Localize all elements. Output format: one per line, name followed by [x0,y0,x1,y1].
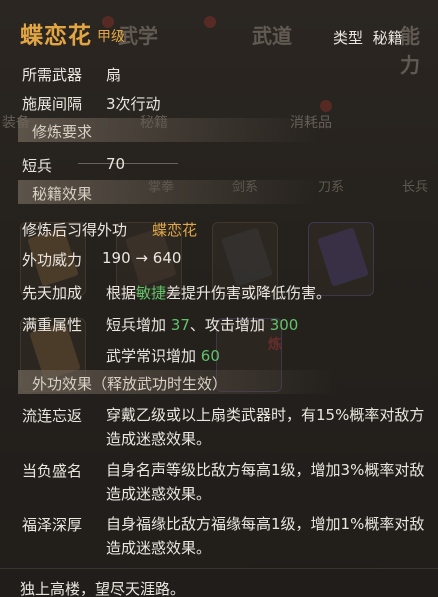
section-outer: 外功效果（释放武功时生效） [18,370,338,394]
full-line2-a: 武学常识增加 [106,347,197,365]
interval-value: 3次行动 [106,95,161,113]
manual-tooltip: 蝶恋花 甲级 类型 秘籍 所需武器 扇 施展间隔 3次行动 修炼要求 短兵 70… [0,0,438,597]
full-line-2: 武学常识增加 60 [106,345,220,366]
type-label: 类型 [333,29,364,47]
section-outer-title: 外功效果（释放武功时生效） [32,375,228,393]
effect-name: 当负盛名 [22,462,83,480]
full-line1-a: 短兵增加 [106,316,167,334]
full-line2-b: 60 [200,347,220,365]
power-value: 190 → 640 [102,249,181,267]
full-line1-d: 300 [269,316,299,334]
skill-grade: 甲级 [97,29,125,45]
section-effect-title: 秘籍效果 [32,185,93,203]
innate-post: 差提升伤害或降低伤害。 [166,284,332,302]
arrow-right-icon: → [135,249,148,267]
section-effect: 秘籍效果 [18,180,318,204]
power-label: 外功威力 [22,251,83,269]
effect-desc: 穿戴乙级或以上扇类武器时，有15%概率对敌方造成迷惑效果。 [106,406,425,448]
flavor-text: 独上高楼，望尽天涯路。 [20,580,186,597]
weapon-value: 扇 [106,66,122,84]
innate-value: 根据敏捷差提升伤害或降低伤害。 [106,282,331,303]
skill-tooltip-screen: 武学 武道 能力 装备 秘籍 消耗品 掌拳 剑系 刀系 长兵 炼 蝶恋花 甲级 … [0,0,438,597]
section-requirement-title: 修炼要求 [32,123,93,141]
interval-label: 施展间隔 [22,95,83,113]
skill-title: 蝶恋花 [20,23,92,49]
innate-stat: 敏捷 [136,284,167,302]
learn-label: 修炼后习得外功 [22,221,128,239]
divider [78,163,178,164]
section-requirement: 修炼要求 [18,118,318,142]
full-line-1: 短兵增加 37、攻击增加 300 [106,314,298,335]
weapon-label: 所需武器 [22,66,83,84]
power-from: 190 [102,249,131,267]
innate-label: 先天加成 [22,284,83,302]
effect-desc: 自身名声等级比敌方每高1级，增加3%概率对敌造成迷惑效果。 [106,461,425,503]
learn-value: 蝶恋花 [152,221,198,239]
requirement-value: 70 [106,155,126,173]
divider [0,568,438,569]
innate-pre: 根据 [106,284,137,302]
effect-desc: 自身福缘比敌方福缘每高1级，增加1%概率对敌造成迷惑效果。 [106,515,425,557]
item-type: 类型 秘籍 [333,27,403,48]
full-line1-b: 37 [170,316,190,334]
requirement-label: 短兵 [22,157,53,175]
full-label: 满重属性 [22,316,83,334]
full-line1-c: 、攻击增加 [189,316,265,334]
effect-name: 流连忘返 [22,407,83,425]
effect-name: 福泽深厚 [22,516,83,534]
type-value: 秘籍 [372,29,403,47]
power-to: 640 [152,249,182,267]
